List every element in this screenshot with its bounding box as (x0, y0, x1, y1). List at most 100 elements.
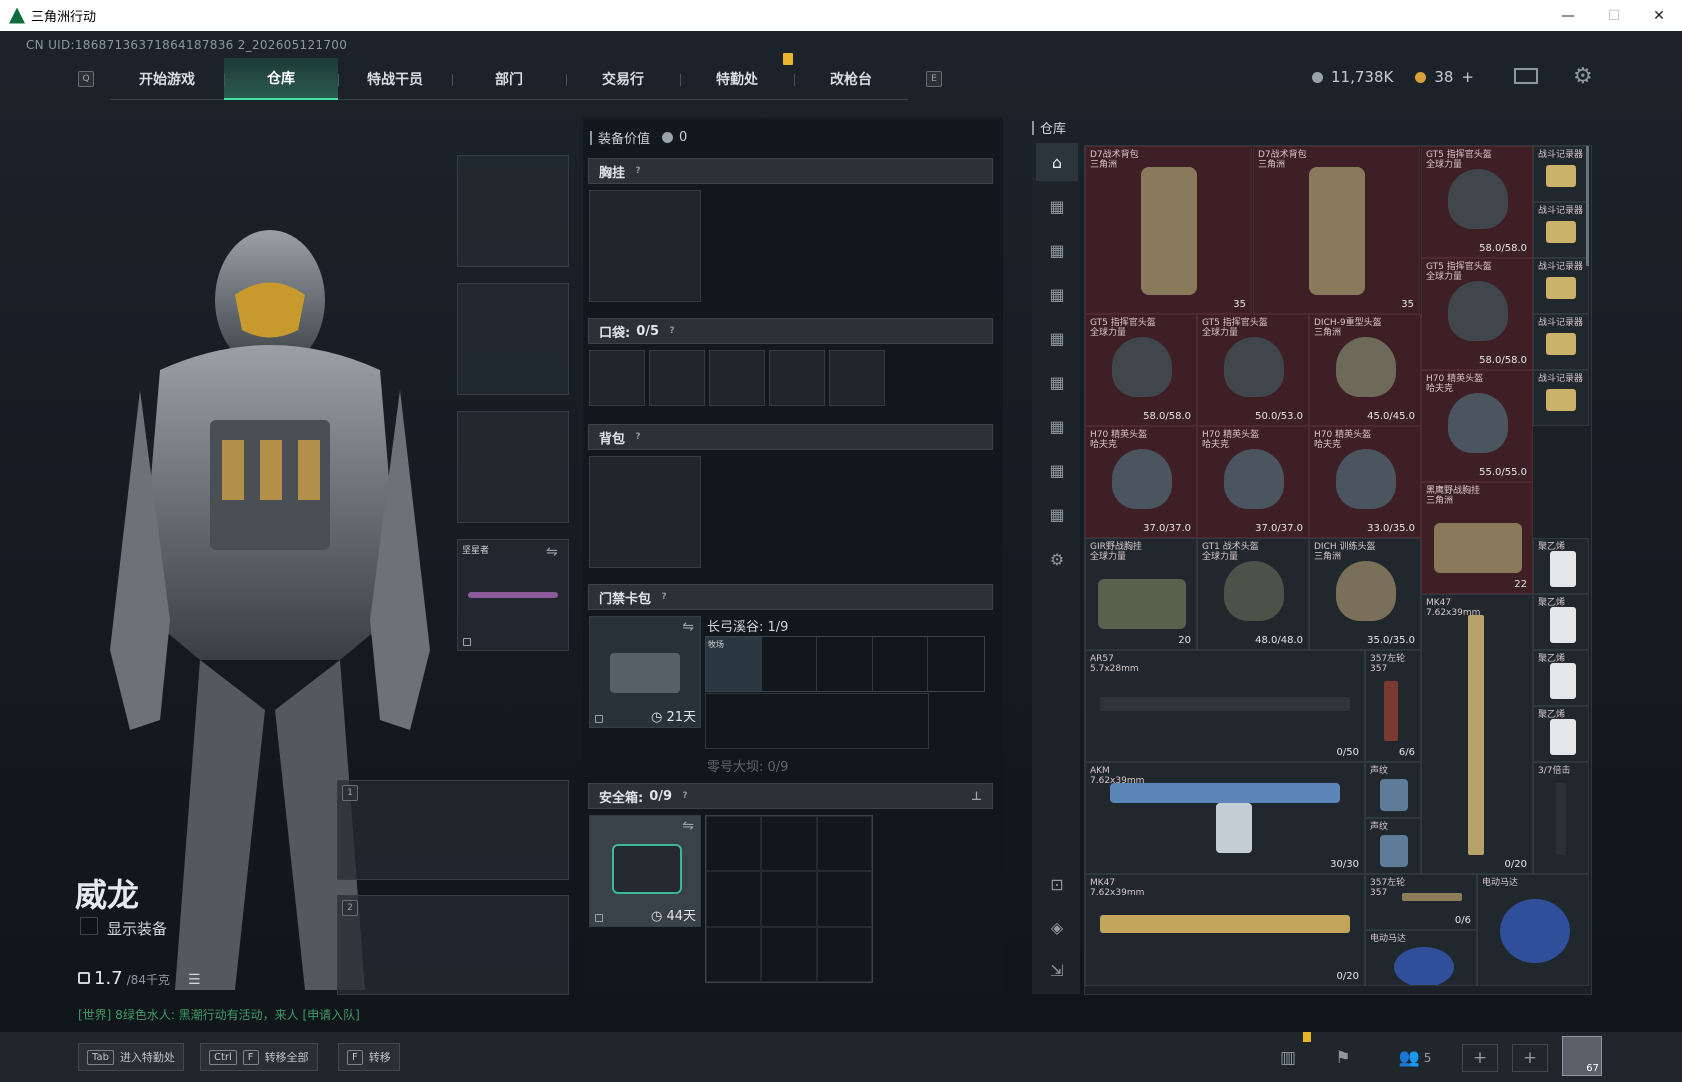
swap-icon[interactable]: ⇋ (682, 619, 694, 635)
pin-icon[interactable]: ⊥ (971, 789, 982, 803)
settings-gear-icon[interactable]: ⚙ (1573, 64, 1593, 89)
stash-item[interactable]: GT5 指挥官头盔 全球力量 50.0/53.0 (1197, 314, 1309, 426)
stash-page-8-icon[interactable]: ▦ (1036, 495, 1078, 533)
enter-special-ops-hint[interactable]: Tab 进入特勤处 (78, 1043, 184, 1071)
stash-item[interactable]: 黑鹰野战胸挂 三角洲 22 (1421, 482, 1533, 594)
stash-page-1-icon[interactable]: ▦ (1036, 187, 1078, 225)
help-icon[interactable]: ? (657, 590, 671, 604)
invite-slot-1[interactable]: + (1462, 1044, 1498, 1072)
show-gear-checkbox[interactable] (80, 917, 98, 935)
helmet-slot[interactable] (457, 155, 569, 267)
pocket-slot[interactable] (829, 350, 885, 406)
stash-item[interactable]: GT5 指挥官头盔 全球力量 58.0/58.0 (1085, 314, 1197, 426)
stash-item[interactable]: GT5 指挥官头盔 全球力量 58.0/58.0 (1421, 146, 1533, 258)
stash-item[interactable]: GT1 战术头盔 全球力量 48.0/48.0 (1197, 538, 1309, 650)
primary-weapon-slot-1[interactable]: 1 (337, 780, 569, 880)
maximize-button[interactable]: ☐ (1591, 0, 1637, 31)
stash-item[interactable]: GT5 指挥官头盔 全球力量 58.0/58.0 (1421, 258, 1533, 370)
world-chat-line[interactable]: [世界] 8绿色水人: 黑潮行动有活动，来人 [申请入队] (78, 1006, 360, 1023)
backpack-slot[interactable] (589, 456, 701, 568)
nav-prev-key[interactable]: Q (78, 71, 94, 87)
stash-settings-icon[interactable]: ⚙ (1036, 540, 1078, 578)
stash-item[interactable]: AR57 5.7x28mm 0/50 (1085, 650, 1365, 762)
stash-scrollbar[interactable] (1586, 146, 1589, 266)
help-icon[interactable]: ? (678, 789, 692, 803)
minimize-button[interactable]: — (1545, 0, 1591, 31)
stash-item[interactable]: H70 精英头盔 哈夫克 55.0/55.0 (1421, 370, 1533, 482)
friends-button[interactable]: 👥 5 (1390, 1044, 1440, 1072)
avatar[interactable]: 67 (1562, 1036, 1602, 1076)
tab-operators[interactable]: 特战干员 (338, 58, 452, 100)
help-icon[interactable]: ? (631, 164, 645, 178)
swap-icon[interactable]: ⇋ (682, 818, 694, 834)
swap-icon[interactable]: ⇋ (546, 544, 558, 560)
stash-item[interactable]: 声纹 (1365, 762, 1421, 818)
tab-start-game[interactable]: 开始游戏 (110, 58, 224, 100)
stash-item[interactable]: H70 精英头盔 哈夫克 37.0/37.0 (1085, 426, 1197, 538)
stash-item[interactable]: MK47 7.62x39mm 0/20 (1421, 594, 1533, 874)
tab-gunsmith[interactable]: 改枪台 (794, 58, 908, 100)
help-icon[interactable]: ? (665, 324, 679, 338)
stash-item[interactable]: MK47 7.62x39mm 0/20 (1085, 874, 1365, 986)
tab-department[interactable]: 部门 (452, 58, 566, 100)
chest-rig-slot[interactable] (589, 190, 701, 302)
pocket-slot[interactable] (769, 350, 825, 406)
add-gold-button[interactable]: + (1461, 68, 1474, 86)
stash-item[interactable]: 聚乙烯 (1533, 650, 1589, 706)
stash-item[interactable]: 357左轮 357 0/6 (1365, 874, 1477, 930)
stash-item[interactable]: 战斗记录器 (1533, 314, 1589, 370)
stash-item[interactable]: 声纹 (1365, 818, 1421, 874)
stash-item[interactable]: 357左轮 357 6/6 (1365, 650, 1421, 762)
stash-item[interactable]: 聚乙烯 (1533, 538, 1589, 594)
pocket-slot[interactable] (709, 350, 765, 406)
stash-item[interactable]: 聚乙烯 (1533, 594, 1589, 650)
stash-item[interactable]: 电动马达 (1477, 874, 1589, 986)
stash-all-icon[interactable]: ⌂ (1036, 143, 1078, 181)
stash-page-6-icon[interactable]: ▦ (1036, 407, 1078, 445)
keycard-case-slot[interactable]: ⇋ ◷ 21天 (589, 616, 701, 728)
stats-icon[interactable]: ▥ (1270, 1044, 1306, 1072)
flag-icon[interactable]: ⚑ (1325, 1044, 1361, 1072)
stash-item[interactable]: 战斗记录器 (1533, 146, 1589, 202)
primary-weapon-slot-2[interactable]: 2 (337, 895, 569, 995)
stash-item[interactable]: DICH 训练头盔 三角洲 35.0/35.0 (1309, 538, 1421, 650)
tab-special-ops[interactable]: 特勤处 (680, 58, 794, 100)
keycard-item[interactable]: 牧场 (706, 637, 762, 691)
stash-item[interactable]: AKM 7.62x39mm 30/30 (1085, 762, 1365, 874)
safebox-slot[interactable]: ⇋ ◷ 44天 (589, 815, 701, 927)
stash-item[interactable]: 战斗记录器 (1533, 202, 1589, 258)
list-icon[interactable]: ☰ (188, 972, 201, 988)
tab-stash[interactable]: 仓库 (224, 58, 338, 100)
stash-page-3-icon[interactable]: ▦ (1036, 275, 1078, 313)
stash-item[interactable]: D7战术背包 三角洲 35 (1253, 146, 1420, 314)
invite-slot-2[interactable]: + (1512, 1044, 1548, 1072)
stash-item[interactable]: 聚乙烯 (1533, 706, 1589, 762)
nav-next-key[interactable]: E (926, 71, 942, 87)
stash-item[interactable]: 3/7倍击 (1533, 762, 1589, 874)
stash-extend-icon[interactable]: ⇲ (1036, 951, 1078, 989)
stash-page-5-icon[interactable]: ▦ (1036, 363, 1078, 401)
stash-page-2-icon[interactable]: ▦ (1036, 231, 1078, 269)
stash-page-7-icon[interactable]: ▦ (1036, 451, 1078, 489)
stash-sort-icon[interactable]: ⊡ (1036, 865, 1078, 903)
stash-item[interactable]: H70 精英头盔 哈夫克 37.0/37.0 (1197, 426, 1309, 538)
transfer-all-hint[interactable]: Ctrl F 转移全部 (200, 1043, 318, 1071)
stash-item[interactable]: 战斗记录器 (1533, 370, 1589, 426)
stash-item[interactable]: D7战术背包 三角洲 35 (1085, 146, 1252, 314)
mail-icon[interactable] (1514, 68, 1538, 84)
pocket-slot[interactable] (589, 350, 645, 406)
stash-item[interactable]: 电动马达 (1365, 930, 1477, 986)
stash-item[interactable]: GIR野战胸挂 全球力量 20 (1085, 538, 1197, 650)
stash-layers-icon[interactable]: ◈ (1036, 908, 1078, 946)
pocket-slot[interactable] (649, 350, 705, 406)
help-icon[interactable]: ? (631, 430, 645, 444)
melee-slot[interactable]: 坚星者 ⇋ (457, 539, 569, 651)
stash-item[interactable]: H70 精英头盔 哈夫克 33.0/35.0 (1309, 426, 1421, 538)
close-button[interactable]: ✕ (1636, 0, 1682, 31)
transfer-hint[interactable]: F 转移 (338, 1043, 400, 1071)
tab-market[interactable]: 交易行 (566, 58, 680, 100)
pistol-slot[interactable] (457, 411, 569, 523)
armor-slot[interactable] (457, 283, 569, 395)
stash-item[interactable]: DICH-9重型头盔 三角洲 45.0/45.0 (1309, 314, 1421, 426)
stash-item[interactable]: 战斗记录器 (1533, 258, 1589, 314)
